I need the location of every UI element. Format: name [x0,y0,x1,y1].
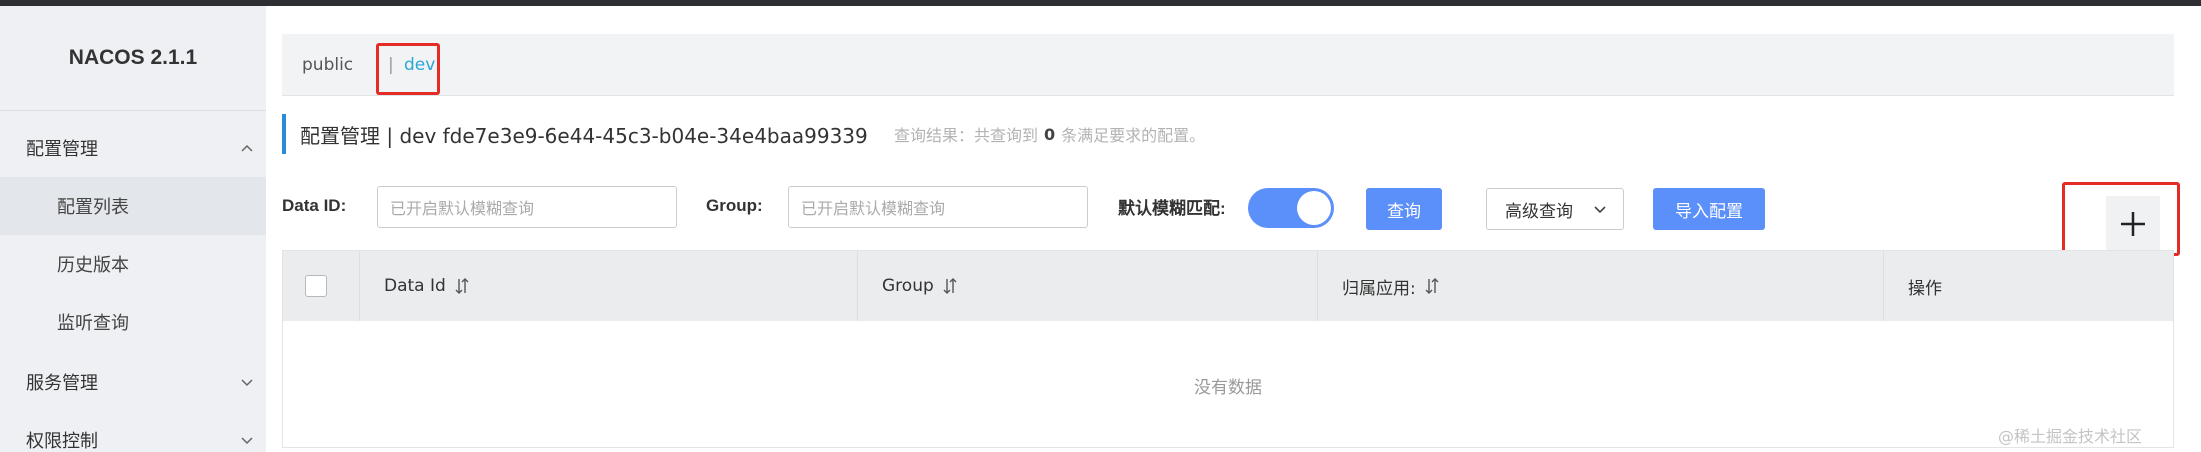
namespace-tabs: public | dev [282,34,2174,96]
chevron-down-icon [241,379,253,387]
config-table: Data Id Group 归属应用: 操作 没有数据 [282,250,2174,448]
sort-icon[interactable] [942,277,958,295]
sidebar-group-config[interactable]: 配置管理 [0,119,266,177]
hint-prefix: 查询结果：共查询到 [894,126,1039,145]
column-actions: 操作 [1883,251,2173,321]
column-label: 操作 [1908,278,1942,299]
column-app[interactable]: 归属应用: [1317,251,1883,321]
data-id-input[interactable]: 已开启默认模糊查询 [377,186,677,228]
sidebar-item-label: 监听查询 [57,313,129,334]
select-all-checkbox[interactable] [305,275,327,297]
sidebar-group-label: 配置管理 [26,139,98,160]
sidebar-group-label: 权限控制 [26,431,98,452]
advanced-query-label: 高级查询 [1505,201,1573,222]
fuzzy-match-toggle[interactable] [1248,188,1334,228]
advanced-query-button[interactable]: 高级查询 [1486,188,1624,230]
sort-icon[interactable] [1424,277,1440,295]
sidebar-group-label: 服务管理 [26,373,98,394]
sidebar-item-listener-query[interactable]: 监听查询 [0,293,266,351]
title-accent-bar [282,114,286,154]
brand-divider [0,110,266,111]
fuzzy-match-label: 默认模糊匹配: [1118,198,1226,218]
namespace-tab-public[interactable]: public [302,34,353,96]
page-title: 配置管理 | dev fde7e3e9-6e44-45c3-b04e-34e4b… [300,123,868,148]
table-header: Data Id Group 归属应用: 操作 [283,251,2173,321]
sidebar: NACOS 2.1.1 配置管理 配置列表 历史版本 监听查询 服务管理 权限控… [0,6,266,452]
toggle-knob [1297,191,1331,225]
query-result-hint: 查询结果：共查询到 0 条满足要求的配置。 [894,114,1205,154]
watermark: @稀土掘金技术社区 [1998,427,2143,446]
group-label: Group: [706,196,763,215]
hint-suffix: 条满足要求的配置。 [1061,126,1206,145]
sidebar-item-label: 历史版本 [57,255,129,276]
sort-icon[interactable] [454,277,470,295]
import-config-button[interactable]: 导入配置 [1653,188,1765,230]
highlight-box-add [2062,182,2180,256]
query-button[interactable]: 查询 [1366,188,1442,230]
chevron-up-icon [241,144,253,152]
chevron-down-icon [1594,206,1606,214]
highlight-box-dev [376,43,440,95]
group-input[interactable]: 已开启默认模糊查询 [788,186,1088,228]
column-label: 归属应用: [1342,278,1416,299]
sidebar-item-config-list[interactable]: 配置列表 [0,177,266,235]
column-group[interactable]: Group [857,251,1317,321]
column-label: Data Id [384,276,446,296]
sidebar-group-service[interactable]: 服务管理 [0,353,266,411]
chevron-down-icon [241,437,253,445]
hint-count: 0 [1044,124,1056,144]
empty-table-message: 没有数据 [1194,377,1262,398]
column-label: Group [882,276,934,296]
sidebar-group-auth[interactable]: 权限控制 [0,411,266,452]
main-content: public | dev 配置管理 | dev fde7e3e9-6e44-45… [266,6,2201,452]
select-all-cell [283,251,359,321]
brand-logo: NACOS 2.1.1 [68,46,198,69]
sidebar-item-history[interactable]: 历史版本 [0,235,266,293]
data-id-label: Data ID: [282,196,347,215]
column-data-id[interactable]: Data Id [359,251,857,321]
sidebar-item-label: 配置列表 [57,197,129,218]
